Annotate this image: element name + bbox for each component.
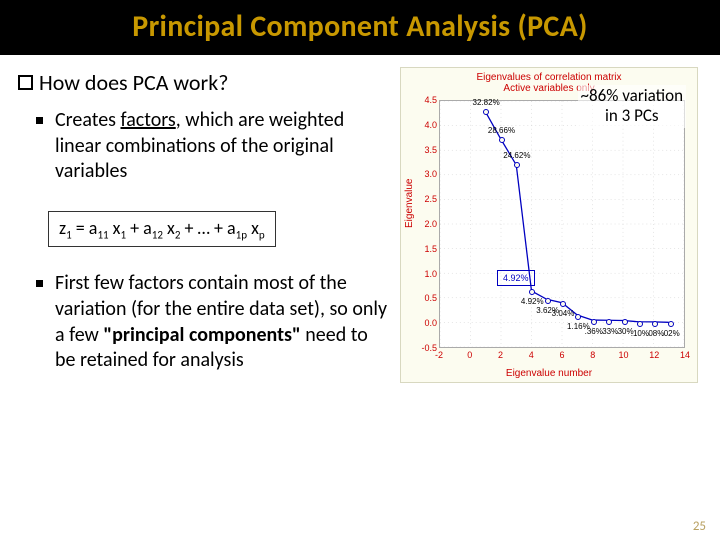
x-tick: 10 (618, 350, 630, 360)
x-tick: 2 (495, 350, 507, 360)
chart-column: Eigenvalues of correlation matrix Active… (400, 69, 702, 386)
callout-box: 4.92% (497, 270, 535, 286)
heading-text: How does PCA work? (39, 69, 228, 96)
bullet-2-text: First few factors contain most of the va… (55, 271, 390, 373)
y-tick: 0.0 (421, 318, 437, 328)
chart-ylabel: Eigenvalue (404, 179, 415, 228)
equation-box: z1 = a11 x1 + a12 x2 + … + a1p xp (48, 211, 276, 248)
data-label: 32.82% (473, 98, 500, 107)
bullet-dot-icon (36, 117, 43, 124)
y-tick: 4.5 (421, 95, 437, 105)
data-point (652, 321, 658, 327)
y-tick: 0.5 (421, 293, 437, 303)
x-tick: 0 (464, 350, 476, 360)
data-point (622, 319, 628, 325)
data-point (529, 289, 535, 295)
bullet-1-text: Creates factors, which are weighted line… (55, 108, 390, 185)
eq-x1t: x (109, 217, 121, 239)
section-heading: How does PCA work? (18, 69, 390, 96)
y-tick: 3.5 (421, 145, 437, 155)
bullet-dot-icon (36, 280, 43, 287)
x-tick: 4 (525, 350, 537, 360)
page-number: 25 (693, 519, 706, 534)
y-tick: 1.0 (421, 269, 437, 279)
data-label: 3.04% (552, 309, 575, 318)
y-tick: 3.0 (421, 169, 437, 179)
x-tick: 14 (679, 350, 691, 360)
chart-xlabel: Eigenvalue number (401, 368, 697, 379)
y-tick: 4.0 (421, 120, 437, 130)
data-point (560, 301, 566, 307)
slide-title: Principal Component Analysis (PCA) (0, 8, 720, 45)
data-point (499, 137, 505, 143)
ann-l2: in 3 PCs (605, 105, 659, 126)
x-tick: 8 (587, 350, 599, 360)
eq-a12: 12 (152, 228, 163, 241)
data-label: 24.62% (503, 151, 530, 160)
data-point (637, 321, 643, 327)
main-row: How does PCA work? Creates factors, whic… (0, 55, 720, 386)
y-tick: 1.5 (421, 244, 437, 254)
ann-l1: ~86% variation (581, 85, 683, 106)
eq-a: = a (72, 217, 98, 239)
chart-title: Eigenvalues of correlation matrix (401, 68, 697, 83)
x-tick: 12 (648, 350, 660, 360)
eq-x2t: x (163, 217, 175, 239)
x-tick: -2 (433, 350, 445, 360)
data-point (668, 321, 674, 327)
eq-xp: p (259, 228, 265, 241)
data-point (514, 162, 520, 168)
eq-a11: 11 (97, 228, 108, 241)
data-point (483, 109, 489, 115)
data-point (606, 319, 612, 325)
data-label: 28.66% (488, 126, 515, 135)
text-column: How does PCA work? Creates factors, whic… (18, 69, 400, 386)
data-point (575, 314, 581, 320)
bullet-item-2: First few factors contain most of the va… (36, 271, 390, 373)
eq-a1p: 1p (236, 228, 247, 241)
eq-p: + a (126, 217, 152, 239)
data-point (545, 298, 551, 304)
b2-bold: "principal components" (103, 323, 300, 347)
eq-xpt: x (247, 217, 259, 239)
b1-pre: Creates (55, 108, 121, 132)
data-point (591, 319, 597, 325)
b1-u: factors (121, 108, 176, 132)
x-tick: 6 (556, 350, 568, 360)
data-label: .02% (662, 329, 680, 338)
y-tick: 2.0 (421, 219, 437, 229)
plot-area: 32.82%28.66%24.62%4.92%3.62%3.04%1.16%.3… (439, 100, 685, 348)
title-bar: Principal Component Analysis (PCA) (0, 0, 720, 55)
square-bullet-icon (18, 75, 33, 90)
y-tick: 2.5 (421, 194, 437, 204)
eq-d: + … + a (180, 217, 235, 239)
annotation-text: ~86% variation in 3 PCs (578, 85, 686, 128)
bullet-item-1: Creates factors, which are weighted line… (36, 108, 390, 185)
